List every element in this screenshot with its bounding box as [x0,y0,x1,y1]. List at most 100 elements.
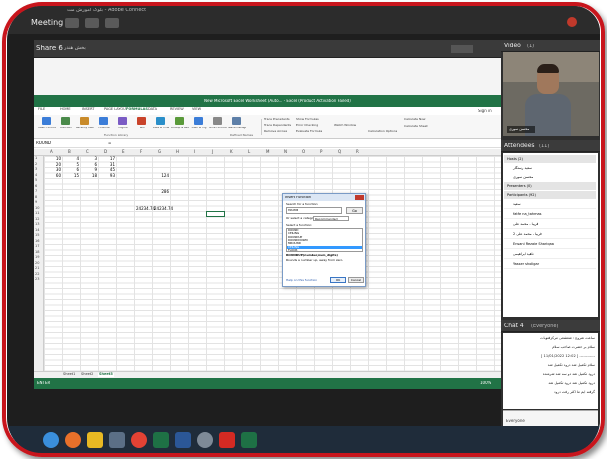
row-number[interactable]: 20 [35,261,39,266]
ribbon-button-icon[interactable] [175,117,184,125]
cell-value[interactable]: 93 [100,173,115,178]
row-number[interactable]: 2 [35,162,37,167]
excel-icon[interactable] [153,432,169,448]
cell-value[interactable]: 17 [100,157,115,161]
cell-value[interactable]: 31 [100,162,115,167]
webcam-icon[interactable] [105,18,119,28]
sign-in-link[interactable]: Sign in [478,109,492,113]
name-box[interactable]: ROUND [36,141,51,145]
ribbon-button[interactable]: Insert Function [38,127,56,130]
column-header[interactable]: E [122,150,125,154]
ribbon-button[interactable]: Math & Trig [190,127,208,130]
firefox-icon[interactable] [65,432,81,448]
cell-value[interactable]: 4 [64,157,79,161]
row-number[interactable]: 13 [35,222,39,227]
ribbon-tab[interactable]: PAGE LAYOUT [104,107,128,112]
help-link[interactable]: Help on this function [286,279,317,282]
speaker-icon[interactable] [65,18,79,28]
sheet-tab[interactable]: Sheet3 [98,372,114,377]
cell-value[interactable]: 6 [64,168,79,172]
formula-input[interactable]: = [108,141,111,145]
ribbon-button[interactable]: Lookup & Reference [171,127,189,130]
row-number[interactable]: 17 [35,244,39,249]
cell-value[interactable]: 45 [100,168,115,172]
ribbon-tab[interactable]: DATA [148,107,157,112]
microphone-icon[interactable] [85,18,99,28]
ribbon-button[interactable]: Text [133,127,151,130]
ok-button[interactable]: OK [330,277,346,283]
attendee-participant[interactable]: سعید [504,200,596,209]
ribbon-button[interactable]: AutoSum [57,127,75,130]
column-header[interactable]: C [86,150,89,154]
ribbon-tab[interactable]: INSERT [82,107,94,112]
cell-value[interactable]: 5 [64,162,79,167]
cell-value[interactable]: 20 [46,162,61,167]
show-formulas-button[interactable]: Show Formulas [296,118,319,121]
participants-group[interactable]: Participants (92) [504,191,596,199]
excel-window-icon[interactable] [241,432,257,448]
ribbon-tab[interactable]: FILE [38,107,45,112]
row-number[interactable]: 22 [35,272,39,277]
ribbon-button-icon[interactable] [137,117,146,125]
watch-window-button[interactable]: Watch Window [334,124,356,127]
cell-value[interactable]: 24234.74 [154,206,173,211]
ribbon-button[interactable]: Date & Time [152,127,170,130]
chat-input[interactable]: Everyone [503,410,598,426]
attendee-host[interactable]: سعید رستگار [504,164,596,172]
attendee-host[interactable]: محسن سوری [504,173,596,181]
meeting-menu[interactable]: Meeting [31,19,63,27]
calculate-sheet-button[interactable]: Calculate Sheet [404,125,428,128]
attendee-participant[interactable]: فریبا ، محمد علی 2 [504,230,596,239]
column-header[interactable]: K [230,150,233,154]
chat-recipient[interactable]: Everyone [506,419,525,423]
ribbon-tab[interactable]: FORMULAS [126,107,148,112]
row-number[interactable]: 9 [35,200,37,205]
column-header[interactable]: A [50,150,53,154]
calculation-options-button[interactable]: Calculation Options [368,130,397,133]
file-explorer-icon[interactable] [87,432,103,448]
ribbon-tab[interactable]: VIEW [192,107,201,112]
zoom-level[interactable]: 100% [480,381,491,385]
cell-value[interactable]: 15 [64,173,79,178]
column-header[interactable]: L [248,150,250,154]
column-header[interactable]: R [356,150,359,154]
row-number[interactable]: 16 [35,239,39,244]
cell-value[interactable]: 18 [82,173,97,178]
ribbon-button[interactable]: More Functions [209,127,227,130]
search-input[interactable]: round [286,207,342,214]
ribbon-button-icon[interactable] [42,117,51,125]
media-icon[interactable] [109,432,125,448]
row-number[interactable]: 1 [35,156,37,161]
column-header[interactable]: P [320,150,322,154]
row-number[interactable]: 4 [35,173,37,178]
ribbon-tab[interactable]: REVIEW [170,107,184,112]
ribbon-button-icon[interactable] [61,117,70,125]
calculate-now-button[interactable]: Calculate Now [404,118,426,121]
column-header[interactable]: H [176,150,179,154]
row-number[interactable]: 6 [35,184,37,189]
sheet-tab[interactable]: Sheet2 [80,372,94,377]
column-header[interactable]: M [266,150,269,154]
column-header[interactable]: O [302,150,305,154]
row-number[interactable]: 3 [35,167,37,172]
row-number[interactable]: 12 [35,217,39,222]
active-cell[interactable] [206,211,225,217]
ribbon-button-icon[interactable] [156,117,165,125]
column-header[interactable]: N [284,150,287,154]
go-button[interactable]: Go [346,207,363,214]
column-header[interactable]: J [212,150,213,154]
hosts-group[interactable]: Hosts (2) [504,155,596,163]
connect-icon[interactable] [197,432,213,448]
column-header[interactable]: F [140,150,142,154]
row-number[interactable]: 11 [35,211,39,216]
attendee-participant[interactable]: fatfe na_tahmas [504,210,596,219]
ribbon-tab[interactable]: HOME [60,107,71,112]
column-header[interactable]: G [158,150,161,154]
ribbon-button-icon[interactable] [99,117,108,125]
attendee-participant[interactable]: Yasser sholigar [504,260,596,269]
cancel-button[interactable]: Cancel [348,277,364,283]
ribbon-button-icon[interactable] [80,117,89,125]
sheet-tab[interactable]: Sheet1 [62,372,76,377]
ribbon-button-icon[interactable] [194,117,203,125]
ribbon-button[interactable]: Logical [114,127,132,130]
